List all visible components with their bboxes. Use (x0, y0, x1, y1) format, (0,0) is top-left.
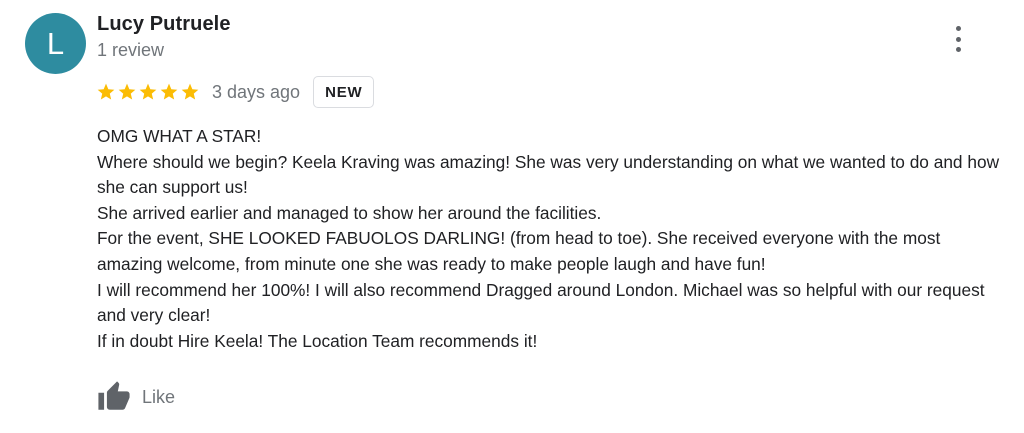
review-line: Where should we begin? Keela Kraving was… (97, 151, 1000, 198)
review-count[interactable]: 1 review (97, 40, 164, 61)
review-line: I will recommend her 100%! I will also r… (97, 279, 985, 326)
review-line: She arrived earlier and managed to show … (97, 202, 602, 223)
more-vert-icon-dot (955, 36, 961, 42)
review-text: OMG WHAT A STAR! Where should we begin? … (97, 124, 1002, 354)
rating-row: 3 days ago NEW (96, 76, 375, 108)
more-vert-icon-dot (955, 47, 961, 52)
review-line: OMG WHAT A STAR! (97, 126, 262, 146)
new-badge: NEW (313, 76, 375, 108)
star-icon (160, 83, 178, 100)
review-date: 3 days ago (212, 81, 301, 102)
like-button[interactable]: Like (96, 380, 175, 414)
review-line: For the event, SHE LOOKED FABUOLOS DARLI… (97, 228, 941, 274)
star-rating (96, 82, 200, 102)
thumbs-up-icon (98, 381, 130, 410)
star-icon (181, 83, 199, 100)
reviewer-name[interactable]: Lucy Putruele (97, 13, 231, 36)
star-icon (97, 83, 115, 100)
avatar[interactable]: L (25, 13, 86, 74)
more-options-button[interactable] (944, 26, 972, 52)
more-vert-icon-dot (955, 26, 961, 31)
review-line: If in doubt Hire Keela! The Location Tea… (97, 330, 538, 351)
star-icon (118, 83, 136, 100)
star-icon (139, 83, 157, 100)
like-label: Like (142, 386, 176, 407)
